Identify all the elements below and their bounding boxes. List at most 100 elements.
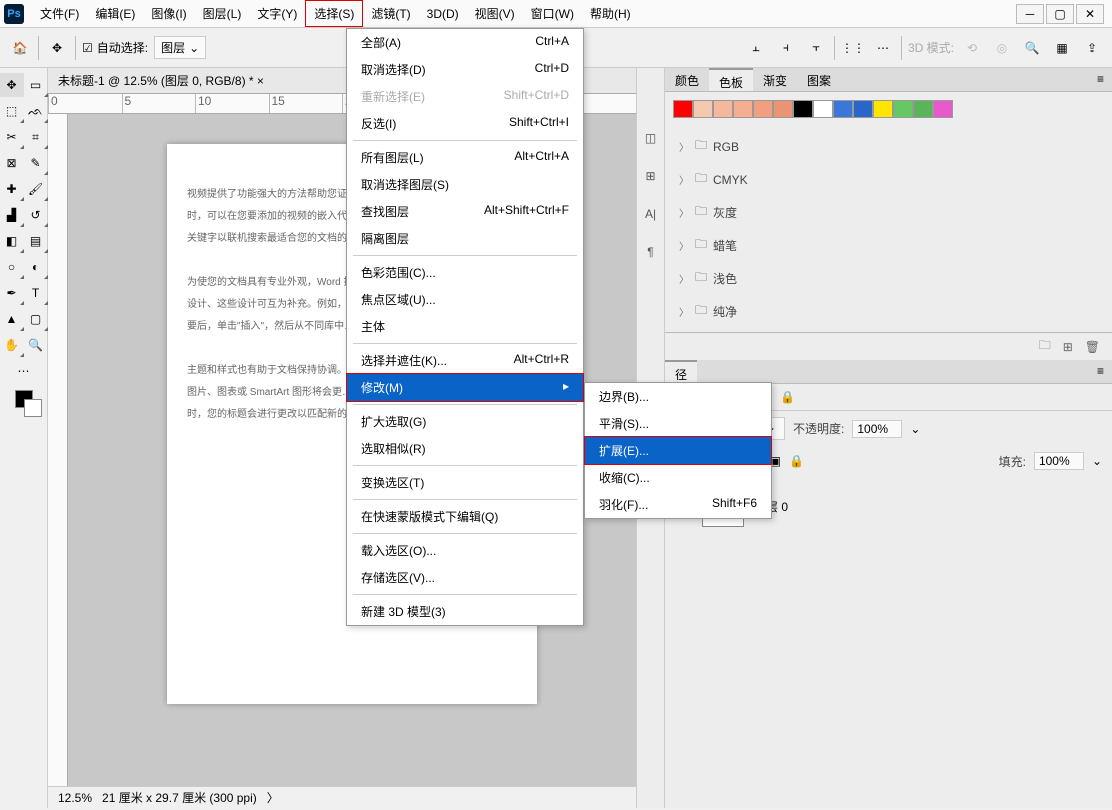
shape-tool[interactable]: ▢ — [24, 307, 48, 331]
menu-item[interactable]: 所有图层(L)Alt+Ctrl+A — [347, 144, 583, 171]
opacity-input[interactable]: 100% — [852, 420, 902, 438]
layer-type-select[interactable]: 图层⌄ — [154, 36, 206, 59]
lock-filter-icon[interactable]: 🔒 — [780, 390, 795, 404]
swatch[interactable] — [773, 100, 793, 118]
paragraph-icon[interactable]: ¶ — [641, 242, 661, 262]
swatch-folder[interactable]: 〉🗀纯净 — [675, 295, 1102, 328]
properties-icon[interactable]: ⊞ — [641, 166, 661, 186]
swatch[interactable] — [893, 100, 913, 118]
tab-swatches[interactable]: 色板 — [709, 68, 753, 91]
menu-item[interactable]: 色彩范围(C)... — [347, 259, 583, 286]
menu-item[interactable]: 取消选择(D)Ctrl+D — [347, 56, 583, 83]
align-top-icon[interactable]: ⫠ — [744, 36, 768, 60]
menu-item[interactable]: 选取相似(R) — [347, 435, 583, 462]
close-button[interactable]: ✕ — [1076, 4, 1104, 24]
marquee-tool[interactable]: ⬚ — [0, 99, 24, 123]
more-icon[interactable]: ⋯ — [871, 36, 895, 60]
menu-item[interactable]: 反选(I)Shift+Ctrl+I — [347, 110, 583, 137]
frame-tool[interactable]: ⊠ — [0, 151, 24, 175]
menu-3d[interactable]: 3D(D) — [419, 3, 467, 25]
blur-tool[interactable]: ○ — [0, 255, 24, 279]
move-tool-icon[interactable]: ✥ — [45, 36, 69, 60]
lasso-tool[interactable]: ᨒ — [24, 99, 48, 123]
swatch-folder[interactable]: 〉🗀浅色 — [675, 262, 1102, 295]
menu-item[interactable]: 选择并遮住(K)...Alt+Ctrl+R — [347, 347, 583, 374]
workspace-icon[interactable]: ▦ — [1050, 36, 1074, 60]
path-select-tool[interactable]: ▲ — [0, 307, 24, 331]
swatch[interactable] — [873, 100, 893, 118]
swatch[interactable] — [713, 100, 733, 118]
tab-paths[interactable]: 径 — [665, 360, 697, 383]
tab-gradient[interactable]: 渐变 — [753, 68, 797, 91]
eyedropper-tool[interactable]: ✎ — [24, 151, 48, 175]
submenu-item[interactable]: 扩展(E)... — [584, 436, 772, 465]
maximize-button[interactable]: ▢ — [1046, 4, 1074, 24]
submenu-item[interactable]: 羽化(F)...Shift+F6 — [585, 491, 771, 518]
share-icon[interactable]: ⇪ — [1080, 36, 1104, 60]
menu-item[interactable]: 隔离图层 — [347, 225, 583, 252]
menu-item[interactable]: 查找图层Alt+Shift+Ctrl+F — [347, 198, 583, 225]
menu-item[interactable]: 主体 — [347, 313, 583, 340]
swatch[interactable] — [913, 100, 933, 118]
menu-select[interactable]: 选择(S) — [305, 0, 363, 27]
submenu-item[interactable]: 边界(B)... — [585, 383, 771, 410]
swatch[interactable] — [693, 100, 713, 118]
menu-image[interactable]: 图像(I) — [143, 1, 194, 26]
zoom-level[interactable]: 12.5% — [58, 791, 92, 805]
move-tool[interactable]: ✥ — [0, 73, 24, 97]
menu-item[interactable]: 取消选择图层(S) — [347, 171, 583, 198]
gradient-tool[interactable]: ▤ — [24, 229, 48, 253]
swatch[interactable] — [673, 100, 693, 118]
menu-filter[interactable]: 滤镜(T) — [363, 1, 418, 26]
pan-icon[interactable]: ◎ — [990, 36, 1014, 60]
menu-item[interactable]: 全部(A)Ctrl+A — [347, 29, 583, 56]
history-brush-tool[interactable]: ↺ — [24, 203, 48, 227]
menu-item[interactable]: 存储选区(V)... — [347, 564, 583, 591]
pen-tool[interactable]: ✒ — [0, 281, 24, 305]
zoom-icon[interactable]: 🔍 — [1020, 36, 1044, 60]
submenu-item[interactable]: 收缩(C)... — [585, 464, 771, 491]
home-icon[interactable]: 🏠 — [8, 36, 32, 60]
panel-menu-icon[interactable]: ≡ — [1089, 68, 1112, 91]
new-folder-icon[interactable]: 🗀 — [1039, 336, 1051, 357]
submenu-item[interactable]: 平滑(S)... — [585, 410, 771, 437]
new-swatch-icon[interactable]: ⊞ — [1063, 340, 1073, 354]
swatch[interactable] — [733, 100, 753, 118]
distribute-icon[interactable]: ⋮⋮ — [841, 36, 865, 60]
tab-pattern[interactable]: 图案 — [797, 68, 841, 91]
minimize-button[interactable]: ─ — [1016, 4, 1044, 24]
swatch-folder[interactable]: 〉🗀灰度 — [675, 196, 1102, 229]
type-tool[interactable]: T — [24, 281, 48, 305]
menu-edit[interactable]: 编辑(E) — [87, 1, 143, 26]
menu-window[interactable]: 窗口(W) — [523, 1, 582, 26]
menu-item[interactable]: 重新选择(E)Shift+Ctrl+D — [347, 83, 583, 110]
swatch-folder[interactable]: 〉🗀RGB — [675, 130, 1102, 163]
character-icon[interactable]: A| — [641, 204, 661, 224]
clone-tool[interactable]: ▟ — [0, 203, 24, 227]
fill-input[interactable]: 100% — [1034, 452, 1084, 470]
hand-tool[interactable]: ✋ — [0, 333, 24, 357]
delete-icon[interactable]: 🗑 — [1085, 340, 1100, 354]
align-bottom-icon[interactable]: ⫟ — [804, 36, 828, 60]
quick-select-tool[interactable]: ✂ — [0, 125, 24, 149]
healing-tool[interactable]: ✚ — [0, 177, 24, 201]
menu-item[interactable]: 扩大选取(G) — [347, 408, 583, 435]
history-icon[interactable]: ◫ — [641, 128, 661, 148]
auto-select-checkbox[interactable]: ☑自动选择: — [82, 39, 148, 56]
brush-tool[interactable]: 🖌 — [24, 177, 48, 201]
zoom-tool[interactable]: 🔍 — [24, 333, 48, 357]
menu-type[interactable]: 文字(Y) — [249, 1, 305, 26]
swatch[interactable] — [813, 100, 833, 118]
panel-menu-icon[interactable]: ≡ — [1089, 360, 1112, 383]
crop-tool[interactable]: ⌗ — [24, 125, 48, 149]
swatch-folder[interactable]: 〉🗀CMYK — [675, 163, 1102, 196]
menu-view[interactable]: 视图(V) — [467, 1, 523, 26]
eraser-tool[interactable]: ◧ — [0, 229, 24, 253]
menu-item[interactable]: 焦点区域(U)... — [347, 286, 583, 313]
swatch-folder[interactable]: 〉🗀蜡笔 — [675, 229, 1102, 262]
align-middle-icon[interactable]: ⫞ — [774, 36, 798, 60]
menu-item[interactable]: 修改(M)▸ — [346, 373, 584, 402]
swatch[interactable] — [793, 100, 813, 118]
menu-item[interactable]: 变换选区(T) — [347, 469, 583, 496]
edit-toolbar[interactable]: ⋯ — [12, 359, 36, 383]
